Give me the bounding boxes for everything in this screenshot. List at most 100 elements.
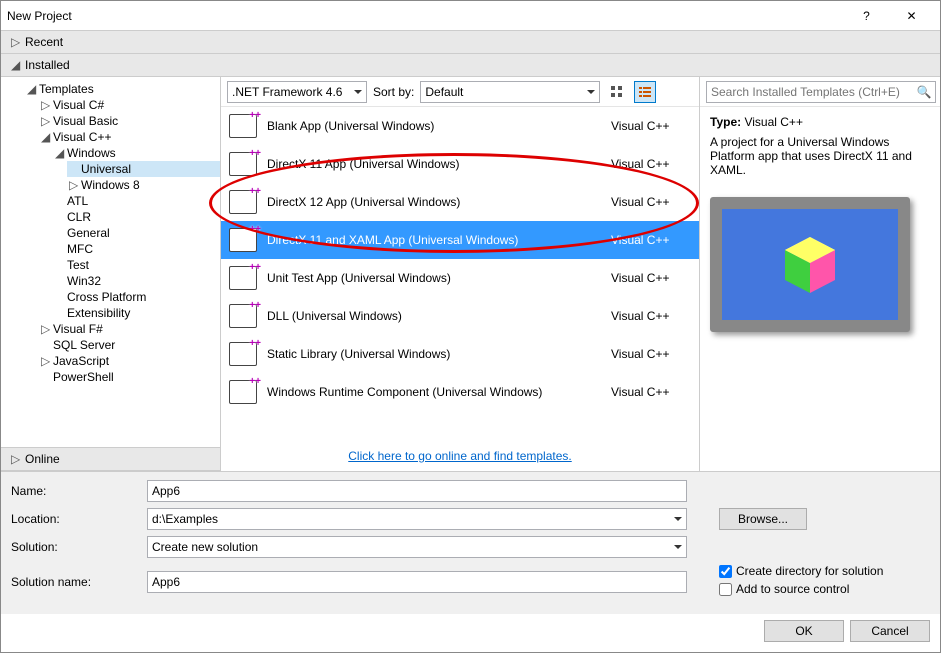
create-dir-checkbox-row[interactable]: Create directory for solution [719, 564, 883, 578]
view-small-icons-button[interactable] [606, 81, 628, 103]
tree-mfc[interactable]: MFC [53, 241, 220, 257]
project-icon: ++ [229, 304, 257, 328]
chevron-right-icon: ▷ [41, 114, 51, 128]
project-icon: ++ [229, 190, 257, 214]
tree-label: Extensibility [67, 306, 130, 320]
source-control-checkbox[interactable] [719, 583, 732, 596]
solution-label: Solution: [11, 540, 141, 554]
tree-visual-fsharp[interactable]: ▷Visual F# [39, 321, 220, 337]
template-static-lib[interactable]: ++Static Library (Universal Windows)Visu… [221, 335, 699, 373]
dialog-buttons: OK Cancel [1, 614, 940, 652]
cube-icon [775, 235, 845, 295]
template-list: ++Blank App (Universal Windows)Visual C+… [221, 107, 699, 441]
location-input[interactable]: d:\Examples [147, 508, 687, 530]
online-templates-link[interactable]: Click here to go online and find templat… [348, 449, 571, 463]
online-templates-link-row: Click here to go online and find templat… [221, 441, 699, 471]
chevron-right-icon: ▷ [41, 98, 51, 112]
tree-label: Win32 [67, 274, 101, 288]
framework-dropdown[interactable]: .NET Framework 4.6 [227, 81, 367, 103]
online-section[interactable]: ▷ Online [1, 447, 220, 471]
type-label: Type: [710, 115, 741, 129]
template-lang: Visual C++ [611, 385, 691, 399]
solution-name-row: Solution name: Create directory for solu… [11, 564, 930, 600]
tree-universal[interactable]: Universal [67, 161, 220, 177]
tree-templates[interactable]: ◢Templates [25, 81, 220, 97]
chevron-right-icon: ▷ [11, 35, 21, 49]
online-label: Online [25, 452, 60, 466]
tree-visual-cpp[interactable]: ◢Visual C++ [39, 129, 220, 145]
recent-section[interactable]: ▷ Recent [1, 31, 940, 54]
project-icon: ++ [229, 152, 257, 176]
sort-by-dropdown[interactable]: Default [420, 81, 600, 103]
tree-label: PowerShell [53, 370, 114, 384]
tree-label: MFC [67, 242, 93, 256]
cancel-button[interactable]: Cancel [850, 620, 930, 642]
location-row: Location: d:\Examples Browse... [11, 508, 930, 530]
description-text: A project for a Universal Windows Platfo… [710, 135, 930, 177]
tree-visual-csharp[interactable]: ▷Visual C# [39, 97, 220, 113]
tree-powershell[interactable]: PowerShell [39, 369, 220, 385]
installed-section[interactable]: ◢ Installed [1, 54, 940, 77]
chevron-right-icon: ▷ [41, 354, 51, 368]
template-lang: Visual C++ [611, 233, 691, 247]
chevron-down-icon: ◢ [41, 130, 51, 144]
tree-label: SQL Server [53, 338, 115, 352]
tree-win32[interactable]: Win32 [53, 273, 220, 289]
recent-label: Recent [25, 35, 63, 49]
search-icon[interactable]: 🔍 [914, 85, 934, 99]
view-list-button[interactable] [634, 81, 656, 103]
tree-windows[interactable]: ◢Windows [53, 145, 220, 161]
template-dx12-app[interactable]: ++DirectX 12 App (Universal Windows)Visu… [221, 183, 699, 221]
template-name: DLL (Universal Windows) [267, 309, 601, 323]
type-row: Type: Visual C++ [710, 115, 930, 129]
tree-test[interactable]: Test [53, 257, 220, 273]
help-button[interactable]: ? [844, 4, 889, 28]
tree-clr[interactable]: CLR [53, 209, 220, 225]
template-dx11-xaml-app[interactable]: ++DirectX 11 and XAML App (Universal Win… [221, 221, 699, 259]
ok-button[interactable]: OK [764, 620, 844, 642]
source-control-label: Add to source control [736, 582, 849, 596]
location-value: d:\Examples [152, 512, 218, 526]
location-label: Location: [11, 512, 141, 526]
tree-atl[interactable]: ATL [53, 193, 220, 209]
create-dir-label: Create directory for solution [736, 564, 883, 578]
template-dll[interactable]: ++DLL (Universal Windows)Visual C++ [221, 297, 699, 335]
template-winrt-component[interactable]: ++Windows Runtime Component (Universal W… [221, 373, 699, 411]
tree-general[interactable]: General [53, 225, 220, 241]
chevron-down-icon: ◢ [11, 58, 21, 72]
source-control-checkbox-row[interactable]: Add to source control [719, 582, 883, 596]
tree-javascript[interactable]: ▷JavaScript [39, 353, 220, 369]
search-input[interactable] [706, 81, 936, 103]
tree-label: Windows 8 [81, 178, 140, 192]
tree-label: Visual C# [53, 98, 104, 112]
tree-label: Templates [39, 82, 94, 96]
framework-value: .NET Framework 4.6 [232, 85, 342, 99]
tree-label: General [67, 226, 110, 240]
tree-visual-basic[interactable]: ▷Visual Basic [39, 113, 220, 129]
project-icon: ++ [229, 380, 257, 404]
template-unit-test-app[interactable]: ++Unit Test App (Universal Windows)Visua… [221, 259, 699, 297]
solution-dropdown[interactable]: Create new solution [147, 536, 687, 558]
template-blank-app[interactable]: ++Blank App (Universal Windows)Visual C+… [221, 107, 699, 145]
project-icon: ++ [229, 342, 257, 366]
template-tree: ◢Templates ▷Visual C# ▷Visual Basic ◢Vis… [1, 77, 220, 447]
sidebar: ◢Templates ▷Visual C# ▷Visual Basic ◢Vis… [1, 77, 221, 471]
template-dx11-app[interactable]: ++DirectX 11 App (Universal Windows)Visu… [221, 145, 699, 183]
close-button[interactable]: ✕ [889, 4, 934, 28]
tree-sql-server[interactable]: SQL Server [39, 337, 220, 353]
preview-image [710, 197, 910, 332]
solution-name-input[interactable] [147, 571, 687, 593]
project-icon: ++ [229, 228, 257, 252]
tree-label: Visual C++ [53, 130, 111, 144]
create-dir-checkbox[interactable] [719, 565, 732, 578]
template-name: DirectX 12 App (Universal Windows) [267, 195, 601, 209]
name-row: Name: [11, 480, 930, 502]
chevron-down-icon: ◢ [55, 146, 65, 160]
tree-cross-platform[interactable]: Cross Platform [53, 289, 220, 305]
template-name: Static Library (Universal Windows) [267, 347, 601, 361]
project-name-input[interactable] [147, 480, 687, 502]
browse-button[interactable]: Browse... [719, 508, 807, 530]
right-panel: 🔍 Type: Visual C++ A project for a Unive… [700, 77, 940, 471]
tree-extensibility[interactable]: Extensibility [53, 305, 220, 321]
tree-windows8[interactable]: ▷Windows 8 [67, 177, 220, 193]
